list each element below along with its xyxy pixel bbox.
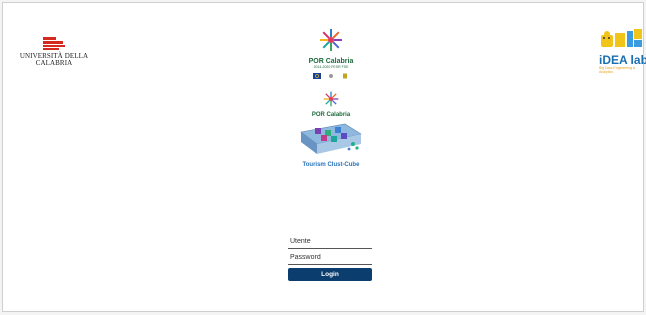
italy-emblem-icon bbox=[327, 73, 335, 79]
unical-emblem-icon bbox=[43, 37, 65, 50]
page-frame: UNIVERSITÀ DELLA CALABRIA POR Calabria 2… bbox=[2, 2, 646, 312]
tourism-clust-cube-logo: POR Calabria Tourism Clust-Cube bbox=[291, 91, 371, 168]
password-input[interactable] bbox=[288, 251, 372, 265]
eu-flag-icon bbox=[313, 73, 321, 79]
por-flags bbox=[303, 73, 359, 79]
por-star-icon bbox=[320, 29, 342, 51]
login-button[interactable]: Login bbox=[288, 268, 372, 281]
idealab-title: iDEA lab bbox=[599, 53, 646, 67]
por-title: POR Calabria bbox=[308, 58, 354, 65]
data-cube-icon bbox=[300, 123, 362, 154]
calabria-emblem-icon bbox=[341, 73, 349, 79]
username-input[interactable] bbox=[288, 235, 372, 249]
idealab-subtitle: Big Data Engineering & Analytics bbox=[599, 66, 636, 74]
login-form: Login bbox=[288, 235, 372, 281]
idealab-puzzle-icon bbox=[601, 29, 642, 47]
unical-logo: UNIVERSITÀ DELLA CALABRIA bbox=[15, 37, 93, 67]
unical-name: UNIVERSITÀ DELLA CALABRIA bbox=[19, 52, 89, 67]
tourism-caption: Tourism Clust-Cube bbox=[302, 162, 360, 168]
idealab-logo: iDEA lab Big Data Engineering & Analytic… bbox=[599, 27, 646, 74]
por-subtitle: 2014-2020 FESR FSE bbox=[313, 65, 349, 69]
por-calabria-logo: POR Calabria 2014-2020 FESR FSE bbox=[303, 28, 359, 79]
por-star-small-icon bbox=[323, 91, 339, 107]
